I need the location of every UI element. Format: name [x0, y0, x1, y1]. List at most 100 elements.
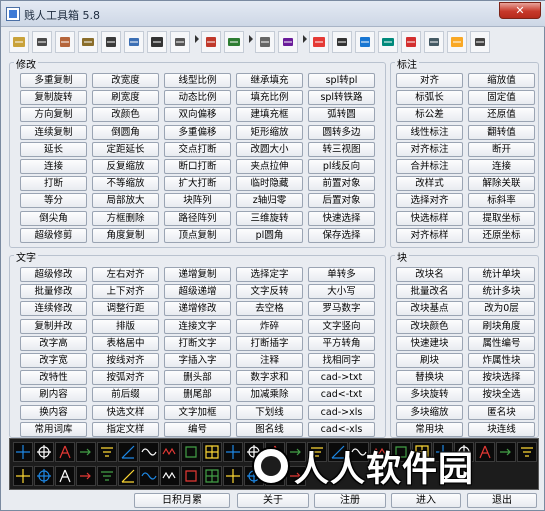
- symbol-row1-button-4[interactable]: [76, 442, 96, 462]
- text-button-r9-c4[interactable]: 下划线: [236, 404, 303, 420]
- text-button-r7-c1[interactable]: 改特性: [20, 370, 87, 386]
- modify-button-r10-c4[interactable]: pl圆角: [236, 227, 303, 243]
- annotate-button-r2-c2[interactable]: 固定值: [468, 90, 535, 106]
- text-button-r1-c2[interactable]: 左右对齐: [92, 267, 159, 282]
- text-button-r4-c1[interactable]: 复制并改: [20, 318, 87, 334]
- block-button-r2-c2[interactable]: 统计多块: [468, 284, 535, 300]
- modify-button-r7-c2[interactable]: 不等缩放: [92, 176, 159, 192]
- modify-button-r1-c4[interactable]: 继承填充: [236, 73, 303, 88]
- annotate-button-r9-c2[interactable]: 提取坐标: [468, 210, 535, 226]
- toolbar-button-15[interactable]: [355, 31, 375, 53]
- modify-button-r2-c1[interactable]: 复制旋转: [20, 90, 87, 106]
- block-button-r5-c2[interactable]: 属性编号: [468, 335, 535, 351]
- text-button-r2-c4[interactable]: 文字反转: [236, 284, 303, 300]
- enter-button[interactable]: 进入: [391, 493, 461, 508]
- annotate-button-r8-c1[interactable]: 选择对齐: [396, 193, 463, 209]
- text-button-r8-c1[interactable]: 刷内容: [20, 387, 87, 403]
- block-button-r4-c1[interactable]: 改块颜色: [396, 318, 463, 334]
- block-button-r8-c1[interactable]: 多块旋转: [396, 387, 463, 403]
- text-button-r6-c2[interactable]: 按线对齐: [92, 353, 159, 368]
- modify-button-r4-c3[interactable]: 多重偏移: [164, 124, 231, 140]
- modify-button-r2-c4[interactable]: 填充比例: [236, 90, 303, 106]
- modify-button-r2-c2[interactable]: 刷宽度: [92, 90, 159, 106]
- block-button-r10-c1[interactable]: 常用块: [396, 421, 463, 437]
- block-button-r1-c1[interactable]: 改块名: [396, 267, 463, 282]
- modify-button-r10-c3[interactable]: 顶点复制: [164, 227, 231, 243]
- symbol-row2-button-8[interactable]: [160, 466, 180, 486]
- toolbar-button-13[interactable]: [309, 31, 329, 53]
- text-button-r9-c3[interactable]: 文字加框: [164, 404, 231, 420]
- toolbar-expand-arrow-icon[interactable]: [247, 33, 253, 51]
- block-button-r2-c1[interactable]: 批量改名: [396, 284, 463, 300]
- text-button-r6-c4[interactable]: 注释: [236, 353, 303, 368]
- annotate-button-r7-c2[interactable]: 解除关联: [468, 176, 535, 192]
- symbol-row1-button-7[interactable]: [139, 442, 159, 462]
- modify-button-r10-c2[interactable]: 角度复制: [92, 227, 159, 243]
- text-button-r8-c3[interactable]: 删尾部: [164, 387, 231, 403]
- annotate-button-r7-c1[interactable]: 改样式: [396, 176, 463, 192]
- text-button-r10-c2[interactable]: 指定文样: [92, 421, 159, 437]
- close-button[interactable]: ✕: [499, 2, 541, 19]
- text-button-r6-c3[interactable]: 字插入字: [164, 353, 231, 368]
- modify-button-r9-c3[interactable]: 路径阵列: [164, 210, 231, 226]
- text-button-r4-c3[interactable]: 连接文字: [164, 318, 231, 334]
- annotate-button-r3-c1[interactable]: 标公差: [396, 107, 463, 123]
- modify-button-r5-c2[interactable]: 定距延长: [92, 141, 159, 157]
- modify-button-r6-c3[interactable]: 断口打断: [164, 159, 231, 174]
- text-button-r2-c1[interactable]: 批量修改: [20, 284, 87, 300]
- tips-button[interactable]: 日积月累: [134, 493, 230, 508]
- text-button-r3-c3[interactable]: 递增修改: [164, 301, 231, 317]
- toolbar-button-19[interactable]: [447, 31, 467, 53]
- modify-button-r7-c1[interactable]: 打断: [20, 176, 87, 192]
- symbol-row1-button-5[interactable]: [97, 442, 117, 462]
- text-button-r9-c1[interactable]: 换内容: [20, 404, 87, 420]
- symbol-row1-button-9[interactable]: [181, 442, 201, 462]
- symbol-row1-button-2[interactable]: [34, 442, 54, 462]
- text-button-r10-c4[interactable]: 图名线: [236, 421, 303, 437]
- block-button-r1-c2[interactable]: 统计单块: [468, 267, 535, 282]
- modify-button-r7-c5[interactable]: 前置对象: [308, 176, 375, 192]
- annotate-button-r8-c2[interactable]: 标斜率: [468, 193, 535, 209]
- modify-button-r4-c5[interactable]: 圆转多边: [308, 124, 375, 140]
- toolbar-button-10[interactable]: [224, 31, 244, 53]
- modify-button-r3-c4[interactable]: 建填充框: [236, 107, 303, 123]
- block-button-r3-c2[interactable]: 改为0层: [468, 301, 535, 317]
- toolbar-button-17[interactable]: [401, 31, 421, 53]
- text-button-r1-c5[interactable]: 单转多: [308, 267, 375, 282]
- symbol-row2-button-11[interactable]: [223, 466, 243, 486]
- modify-button-r2-c5[interactable]: spl转铁路: [308, 90, 375, 106]
- text-button-r3-c2[interactable]: 调整行距: [92, 301, 159, 317]
- text-button-r8-c4[interactable]: 加减乘除: [236, 387, 303, 403]
- block-button-r4-c2[interactable]: 刷块角度: [468, 318, 535, 334]
- modify-button-r1-c2[interactable]: 改宽度: [92, 73, 159, 88]
- modify-button-r1-c5[interactable]: spl转pl: [308, 73, 375, 88]
- text-button-r5-c5[interactable]: 平方转角: [308, 335, 375, 351]
- toolbar-button-7[interactable]: [147, 31, 167, 53]
- modify-button-r5-c1[interactable]: 延长: [20, 141, 87, 157]
- register-button[interactable]: 注册: [314, 493, 386, 508]
- modify-button-r10-c5[interactable]: 保存选择: [308, 227, 375, 243]
- annotate-button-r1-c2[interactable]: 缩放值: [468, 73, 535, 88]
- text-button-r6-c1[interactable]: 改字宽: [20, 353, 87, 368]
- symbol-row2-button-4[interactable]: [76, 466, 96, 486]
- block-button-r3-c1[interactable]: 改块基点: [396, 301, 463, 317]
- text-button-r6-c5[interactable]: 找相同字: [308, 353, 375, 368]
- modify-button-r6-c4[interactable]: 夹点拉伸: [236, 159, 303, 174]
- text-button-r7-c4[interactable]: 数字求和: [236, 370, 303, 386]
- toolbar-button-3[interactable]: [55, 31, 75, 53]
- toolbar-button-20[interactable]: [470, 31, 490, 53]
- modify-button-r7-c4[interactable]: 临时隐藏: [236, 176, 303, 192]
- text-button-r2-c2[interactable]: 上下对齐: [92, 284, 159, 300]
- annotate-button-r9-c1[interactable]: 快选标样: [396, 210, 463, 226]
- block-button-r8-c2[interactable]: 按块全选: [468, 387, 535, 403]
- text-button-r7-c3[interactable]: 删头部: [164, 370, 231, 386]
- text-button-r1-c3[interactable]: 递增复制: [164, 267, 231, 282]
- symbol-row2-button-3[interactable]: [55, 466, 75, 486]
- annotate-button-r1-c1[interactable]: 对齐: [396, 73, 463, 88]
- annotate-button-r10-c1[interactable]: 对齐标样: [396, 227, 463, 243]
- toolbar-button-2[interactable]: [32, 31, 52, 53]
- modify-button-r9-c4[interactable]: 三维旋转: [236, 210, 303, 226]
- text-button-r4-c5[interactable]: 文字竖向: [308, 318, 375, 334]
- about-button[interactable]: 关于: [237, 493, 309, 508]
- toolbar-button-6[interactable]: [124, 31, 144, 53]
